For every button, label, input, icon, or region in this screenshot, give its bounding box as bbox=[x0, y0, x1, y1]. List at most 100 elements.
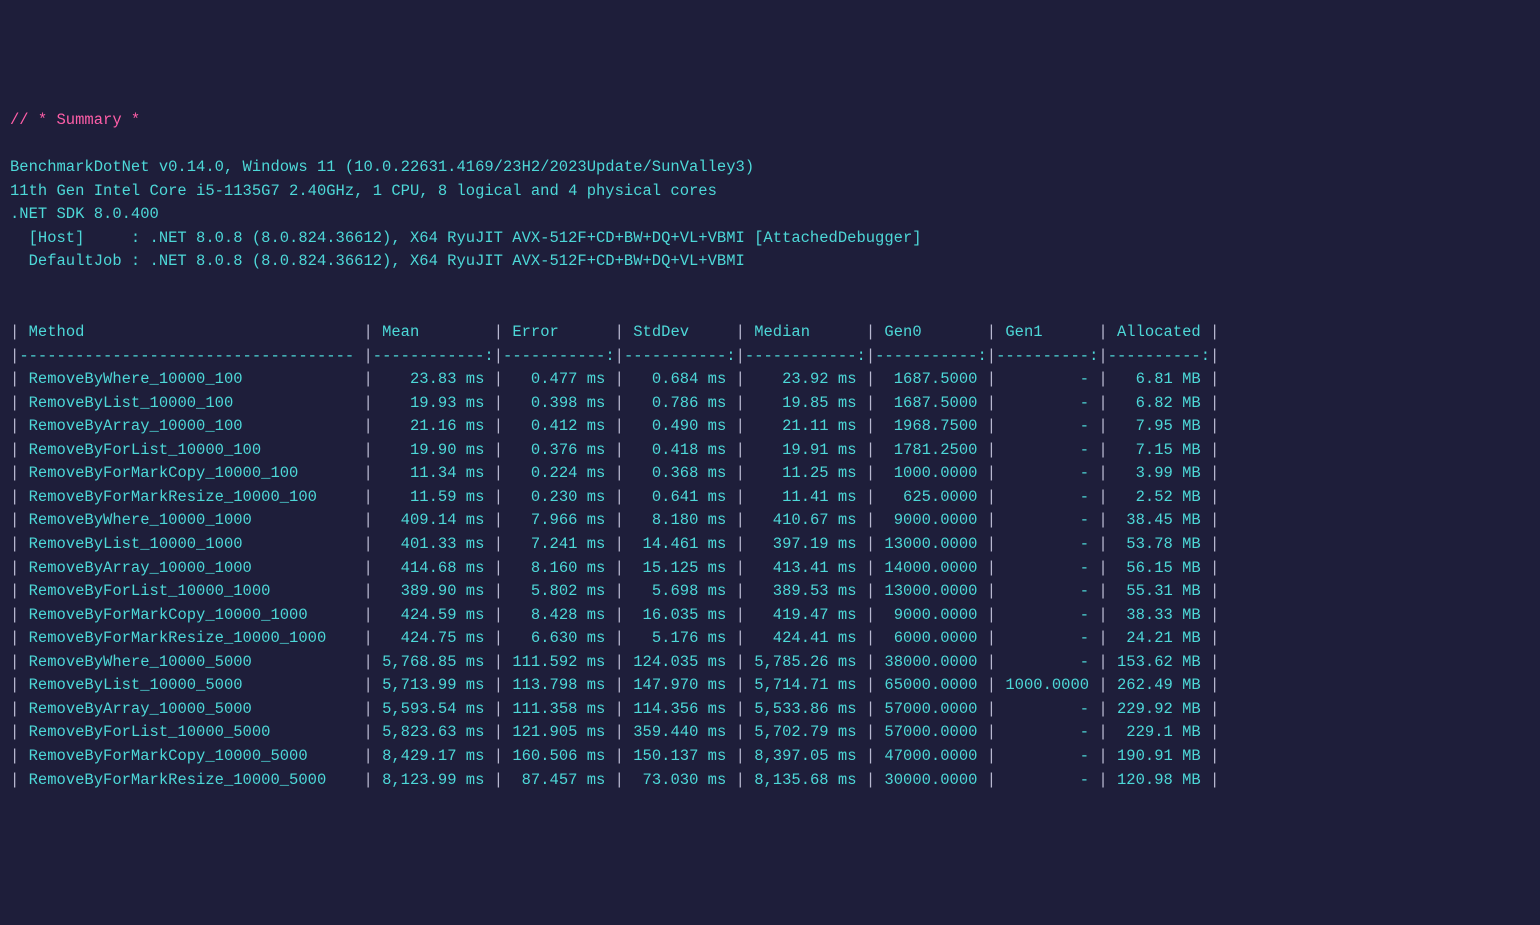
cell-gen0: 13000.0000 bbox=[875, 582, 987, 600]
cell-median: 8,397.05 ms bbox=[745, 747, 866, 765]
cell-allocated: 262.49 MB bbox=[1108, 676, 1210, 694]
cell-gen0: 1781.2500 bbox=[875, 441, 987, 459]
cell-error: 0.412 ms bbox=[503, 417, 615, 435]
cell-method: RemoveByForList_10000_100 bbox=[19, 441, 363, 459]
cell-gen1: - bbox=[996, 511, 1098, 529]
cell-gen1: - bbox=[996, 488, 1098, 506]
table-row: | RemoveByForMarkCopy_10000_100 | 11.34 … bbox=[10, 464, 1219, 482]
cell-median: 413.41 ms bbox=[745, 559, 866, 577]
cell-mean: 5,713.99 ms bbox=[373, 676, 494, 694]
env-line-3: .NET SDK 8.0.400 bbox=[10, 205, 159, 223]
cell-gen1: - bbox=[996, 582, 1098, 600]
cell-error: 0.224 ms bbox=[503, 464, 615, 482]
cell-gen0: 1687.5000 bbox=[875, 370, 987, 388]
cell-median: 11.25 ms bbox=[745, 464, 866, 482]
cell-error: 121.905 ms bbox=[503, 723, 615, 741]
cell-gen1: - bbox=[996, 464, 1098, 482]
cell-stddev: 0.641 ms bbox=[624, 488, 736, 506]
cell-error: 7.241 ms bbox=[503, 535, 615, 553]
cell-median: 19.91 ms bbox=[745, 441, 866, 459]
cell-median: 5,702.79 ms bbox=[745, 723, 866, 741]
cell-mean: 8,429.17 ms bbox=[373, 747, 494, 765]
cell-allocated: 6.82 MB bbox=[1108, 394, 1210, 412]
cell-stddev: 73.030 ms bbox=[624, 771, 736, 789]
env-line-1: BenchmarkDotNet v0.14.0, Windows 11 (10.… bbox=[10, 158, 754, 176]
cell-median: 8,135.68 ms bbox=[745, 771, 866, 789]
cell-method: RemoveByWhere_10000_5000 bbox=[19, 653, 363, 671]
cell-gen1: - bbox=[996, 394, 1098, 412]
table-row: | RemoveByForMarkResize_10000_5000 | 8,1… bbox=[10, 771, 1219, 789]
env-line-4: [Host] : .NET 8.0.8 (8.0.824.36612), X64… bbox=[10, 229, 922, 247]
cell-mean: 414.68 ms bbox=[373, 559, 494, 577]
cell-allocated: 24.21 MB bbox=[1108, 629, 1210, 647]
cell-gen1: - bbox=[996, 747, 1098, 765]
env-line-5: DefaultJob : .NET 8.0.8 (8.0.824.36612),… bbox=[10, 252, 745, 270]
cell-stddev: 124.035 ms bbox=[624, 653, 736, 671]
cell-median: 389.53 ms bbox=[745, 582, 866, 600]
cell-error: 160.506 ms bbox=[503, 747, 615, 765]
table-row: | RemoveByWhere_10000_5000 | 5,768.85 ms… bbox=[10, 653, 1219, 671]
cell-allocated: 53.78 MB bbox=[1108, 535, 1210, 553]
cell-median: 424.41 ms bbox=[745, 629, 866, 647]
cell-stddev: 0.368 ms bbox=[624, 464, 736, 482]
cell-error: 0.230 ms bbox=[503, 488, 615, 506]
cell-stddev: 150.137 ms bbox=[624, 747, 736, 765]
cell-method: RemoveByForMarkResize_10000_5000 bbox=[19, 771, 363, 789]
cell-stddev: 114.356 ms bbox=[624, 700, 736, 718]
cell-allocated: 229.1 MB bbox=[1108, 723, 1210, 741]
cell-gen0: 14000.0000 bbox=[875, 559, 987, 577]
cell-median: 11.41 ms bbox=[745, 488, 866, 506]
cell-gen0: 13000.0000 bbox=[875, 535, 987, 553]
table-row: | RemoveByWhere_10000_1000 | 409.14 ms |… bbox=[10, 511, 1219, 529]
cell-method: RemoveByForList_10000_1000 bbox=[19, 582, 363, 600]
cell-gen0: 47000.0000 bbox=[875, 747, 987, 765]
cell-allocated: 55.31 MB bbox=[1108, 582, 1210, 600]
table-row: | RemoveByList_10000_5000 | 5,713.99 ms … bbox=[10, 676, 1219, 694]
cell-gen1: - bbox=[996, 535, 1098, 553]
cell-gen0: 65000.0000 bbox=[875, 676, 987, 694]
cell-stddev: 0.418 ms bbox=[624, 441, 736, 459]
cell-error: 8.160 ms bbox=[503, 559, 615, 577]
cell-gen0: 1687.5000 bbox=[875, 394, 987, 412]
table-row: | RemoveByForMarkCopy_10000_5000 | 8,429… bbox=[10, 747, 1219, 765]
cell-allocated: 120.98 MB bbox=[1108, 771, 1210, 789]
cell-stddev: 147.970 ms bbox=[624, 676, 736, 694]
cell-gen0: 57000.0000 bbox=[875, 723, 987, 741]
cell-allocated: 229.92 MB bbox=[1108, 700, 1210, 718]
cell-method: RemoveByForMarkCopy_10000_100 bbox=[19, 464, 363, 482]
cell-gen1: - bbox=[996, 559, 1098, 577]
cell-stddev: 14.461 ms bbox=[624, 535, 736, 553]
cell-allocated: 3.99 MB bbox=[1108, 464, 1210, 482]
cell-stddev: 0.490 ms bbox=[624, 417, 736, 435]
cell-mean: 401.33 ms bbox=[373, 535, 494, 553]
cell-mean: 409.14 ms bbox=[373, 511, 494, 529]
table-row: | RemoveByArray_10000_100 | 21.16 ms | 0… bbox=[10, 417, 1219, 435]
cell-error: 8.428 ms bbox=[503, 606, 615, 624]
cell-gen1: 1000.0000 bbox=[996, 676, 1098, 694]
cell-mean: 21.16 ms bbox=[373, 417, 494, 435]
cell-stddev: 8.180 ms bbox=[624, 511, 736, 529]
cell-method: RemoveByArray_10000_5000 bbox=[19, 700, 363, 718]
cell-error: 0.398 ms bbox=[503, 394, 615, 412]
cell-allocated: 6.81 MB bbox=[1108, 370, 1210, 388]
table-separator: |------------------------------------ |-… bbox=[10, 347, 1219, 365]
table-row: | RemoveByForList_10000_5000 | 5,823.63 … bbox=[10, 723, 1219, 741]
table-row: | RemoveByWhere_10000_100 | 23.83 ms | 0… bbox=[10, 370, 1219, 388]
cell-median: 419.47 ms bbox=[745, 606, 866, 624]
cell-gen0: 1968.7500 bbox=[875, 417, 987, 435]
cell-allocated: 7.15 MB bbox=[1108, 441, 1210, 459]
cell-stddev: 359.440 ms bbox=[624, 723, 736, 741]
env-line-2: 11th Gen Intel Core i5-1135G7 2.40GHz, 1… bbox=[10, 182, 717, 200]
cell-mean: 5,593.54 ms bbox=[373, 700, 494, 718]
cell-method: RemoveByArray_10000_100 bbox=[19, 417, 363, 435]
cell-method: RemoveByList_10000_1000 bbox=[19, 535, 363, 553]
table-row: | RemoveByForMarkCopy_10000_1000 | 424.5… bbox=[10, 606, 1219, 624]
cell-median: 5,714.71 ms bbox=[745, 676, 866, 694]
cell-allocated: 2.52 MB bbox=[1108, 488, 1210, 506]
cell-mean: 19.93 ms bbox=[373, 394, 494, 412]
cell-method: RemoveByForMarkResize_10000_100 bbox=[19, 488, 363, 506]
cell-median: 397.19 ms bbox=[745, 535, 866, 553]
cell-error: 111.592 ms bbox=[503, 653, 615, 671]
cell-allocated: 7.95 MB bbox=[1108, 417, 1210, 435]
table-row: | RemoveByList_10000_1000 | 401.33 ms | … bbox=[10, 535, 1219, 553]
